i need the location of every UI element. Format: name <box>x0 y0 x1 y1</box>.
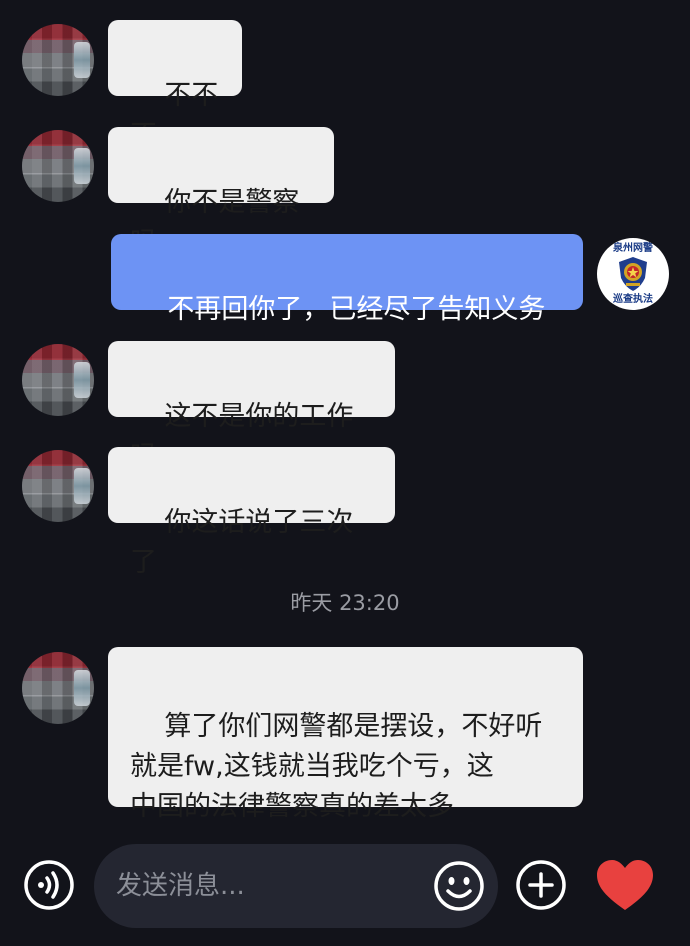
message-text: 你这话说了三次了 <box>130 507 354 578</box>
message-bubble[interactable]: 你这话说了三次了 <box>108 447 395 578</box>
timestamp: 昨天 23:20 <box>290 591 400 615</box>
input-bar: 发送消息... <box>0 826 690 946</box>
avatar-bottom-text: 巡查执法 <box>613 294 653 305</box>
message-input[interactable]: 发送消息... <box>94 844 498 928</box>
contact-avatar[interactable] <box>22 24 94 96</box>
my-message-bubble[interactable]: 不再回你了，已经尽了告知义务 <box>111 234 583 325</box>
contact-avatar[interactable] <box>22 344 94 416</box>
message-bubble[interactable]: 你不是警察吗 <box>108 127 334 258</box>
my-avatar[interactable]: 泉州网警 巡查执法 <box>597 238 669 310</box>
heart-icon[interactable] <box>594 858 656 912</box>
contact-avatar[interactable] <box>22 130 94 202</box>
message-text: 算了你们网警都是摆设，不好听 就是fw,这钱就当我吃个亏，这 中国的法律警察真的… <box>130 711 543 822</box>
input-placeholder: 发送消息... <box>116 871 245 901</box>
voice-icon[interactable] <box>22 858 76 912</box>
emoji-icon[interactable] <box>432 859 486 913</box>
plus-icon[interactable] <box>514 858 568 912</box>
message-bubble[interactable]: 不不不 <box>108 20 242 151</box>
avatar-top-text: 泉州网警 <box>613 243 653 254</box>
chat-area: 不不不 你不是警察吗 不再回你了，已经尽了告知义务 泉州网警 巡查执法 这不是你… <box>0 0 690 826</box>
message-bubble[interactable]: 这不是你的工作吗 <box>108 341 395 472</box>
message-text: 不再回你了，已经尽了告知义务 <box>167 294 546 325</box>
message-bubble[interactable]: 算了你们网警都是摆设，不好听 就是fw,这钱就当我吃个亏，这 中国的法律警察真的… <box>108 647 583 822</box>
contact-avatar[interactable] <box>22 450 94 522</box>
contact-avatar[interactable] <box>22 652 94 724</box>
police-emblem-icon <box>619 257 647 291</box>
